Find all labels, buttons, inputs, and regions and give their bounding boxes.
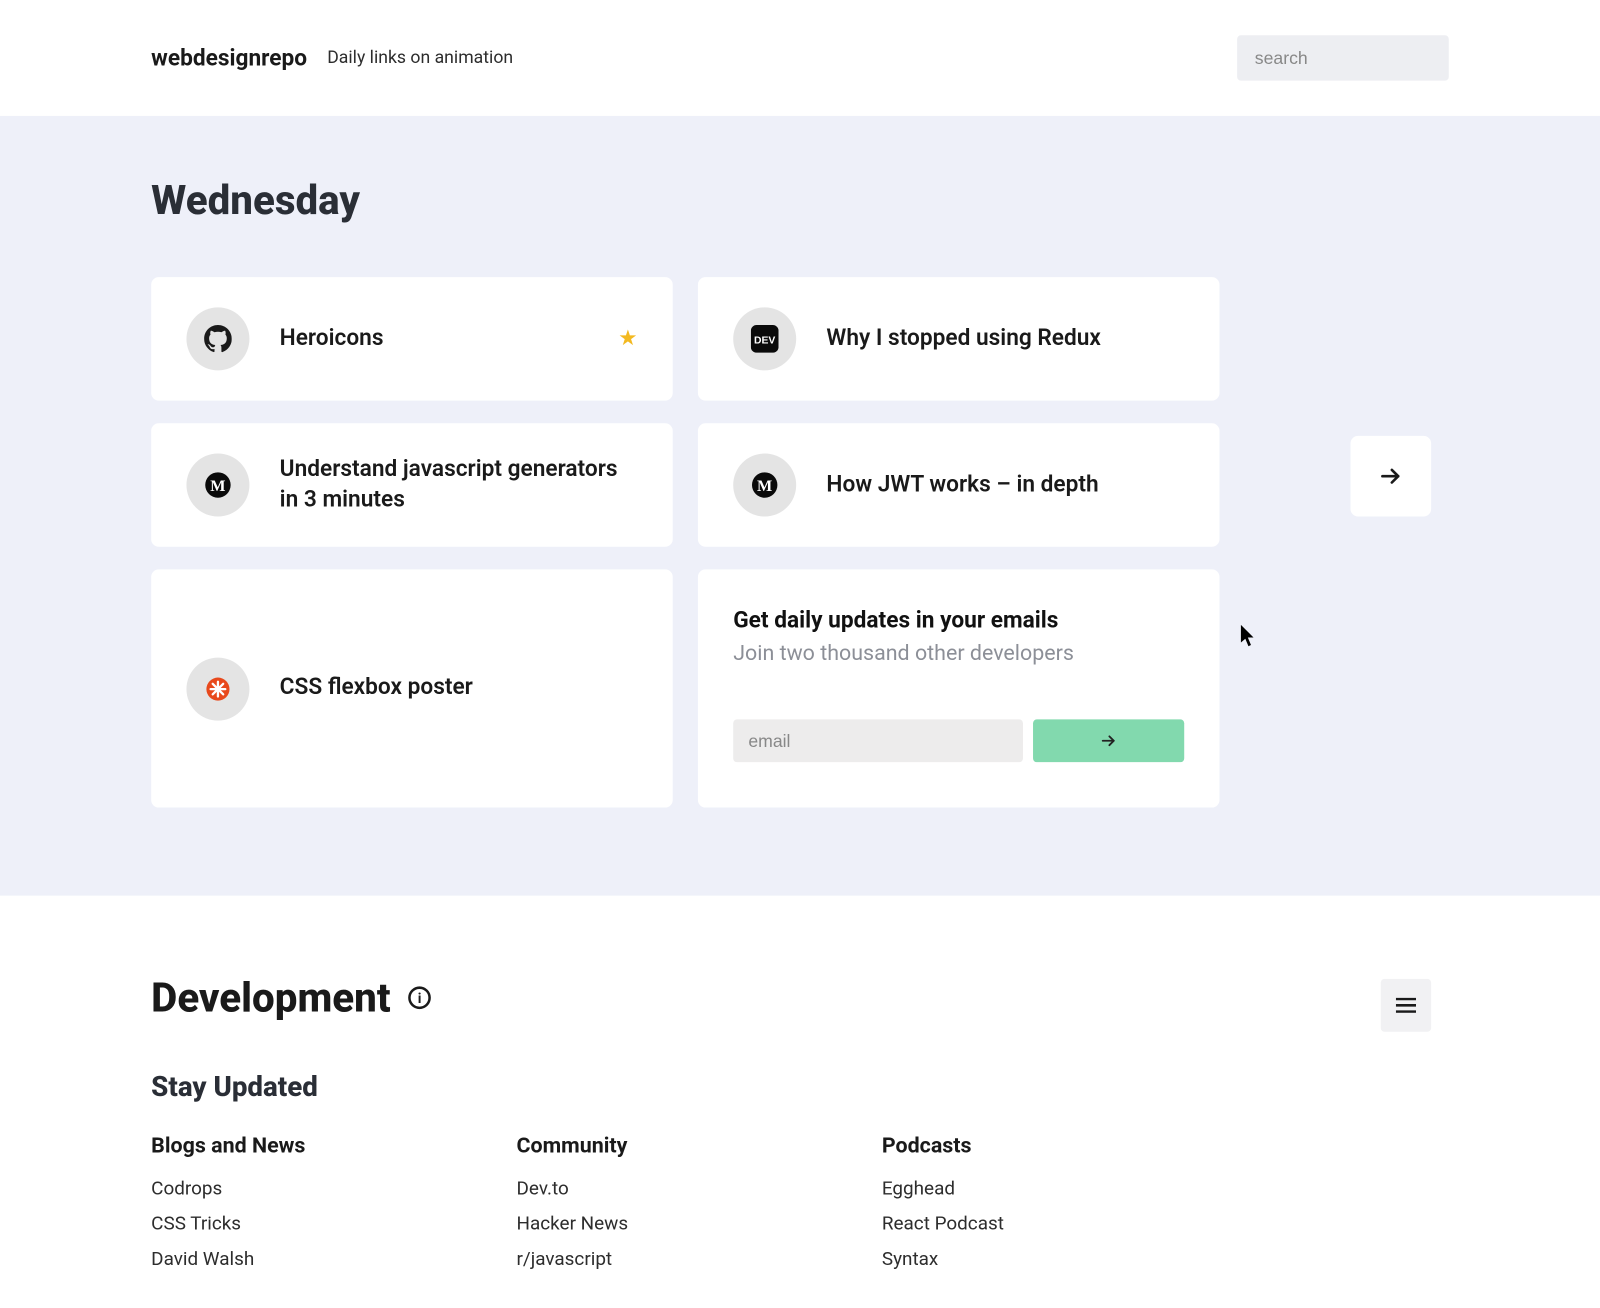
svg-text:M: M	[757, 478, 772, 495]
tagline: Daily links on animation	[327, 48, 513, 68]
section-subtitle: Stay Updated	[151, 1072, 1449, 1103]
link-item[interactable]: CSS Tricks	[151, 1212, 378, 1235]
columns: Blogs and News Codrops CSS Tricks David …	[151, 1134, 1449, 1283]
column-podcasts: Podcasts Egghead React Podcast Syntax	[882, 1134, 1109, 1283]
menu-button[interactable]	[1381, 979, 1431, 1032]
column-title: Podcasts	[882, 1134, 1109, 1159]
link-card[interactable]: M How JWT works – in depth	[698, 423, 1220, 546]
info-icon[interactable]: i	[408, 986, 431, 1009]
link-item[interactable]: Dev.to	[517, 1177, 744, 1200]
submit-button[interactable]	[1033, 719, 1184, 762]
dev-icon: DEV	[733, 307, 796, 370]
next-button[interactable]	[1351, 436, 1432, 517]
hamburger-icon	[1396, 998, 1416, 1013]
card-title: CSS flexbox poster	[280, 673, 638, 704]
card-title: How JWT works – in depth	[826, 470, 1184, 501]
link-item[interactable]: Hacker News	[517, 1212, 744, 1235]
column-community: Community Dev.to Hacker News r/javascrip…	[517, 1134, 744, 1283]
development-section: Development i Stay Updated Blogs and New…	[0, 896, 1600, 1308]
link-card[interactable]: CSS flexbox poster	[151, 569, 673, 807]
header-left: webdesignrepo Daily links on animation	[151, 45, 513, 71]
signup-form	[733, 719, 1184, 762]
star-icon: ★	[618, 326, 637, 351]
dev-header: Development i	[151, 974, 1449, 1022]
column-title: Community	[517, 1134, 744, 1159]
link-card[interactable]: Heroicons ★	[151, 277, 673, 400]
link-item[interactable]: Codrops	[151, 1177, 378, 1200]
arrow-right-icon	[1100, 732, 1118, 750]
card-title: Understand javascript generators in 3 mi…	[280, 454, 638, 515]
card-title: Why I stopped using Redux	[826, 324, 1184, 355]
medium-icon: M	[733, 454, 796, 517]
column-title: Blogs and News	[151, 1134, 378, 1159]
link-item[interactable]: David Walsh	[151, 1247, 378, 1270]
link-item[interactable]: Syntax	[882, 1247, 1109, 1270]
signup-subtitle: Join two thousand other developers	[733, 641, 1184, 666]
medium-icon: M	[186, 454, 249, 517]
search-input[interactable]	[1237, 35, 1449, 80]
link-card[interactable]: M Understand javascript generators in 3 …	[151, 423, 673, 546]
signup-title: Get daily updates in your emails	[733, 607, 1184, 633]
day-title: Wednesday	[151, 176, 1449, 224]
column-blogs: Blogs and News Codrops CSS Tricks David …	[151, 1134, 378, 1283]
link-card[interactable]: DEV Why I stopped using Redux	[698, 277, 1220, 400]
signup-card: Get daily updates in your emails Join tw…	[698, 569, 1220, 807]
cursor-icon	[1240, 625, 1258, 648]
link-item[interactable]: React Podcast	[882, 1212, 1109, 1235]
arrow-right-icon	[1378, 464, 1403, 489]
svg-text:M: M	[210, 478, 225, 495]
link-item[interactable]: r/javascript	[517, 1247, 744, 1270]
dev-title: Development	[151, 974, 390, 1022]
daily-section: Wednesday Heroicons ★ DEV Why I stopped …	[0, 116, 1600, 896]
svg-text:DEV: DEV	[754, 336, 775, 347]
codepen-icon	[186, 657, 249, 720]
link-item[interactable]: Egghead	[882, 1177, 1109, 1200]
card-title: Heroicons	[280, 324, 588, 355]
cards-grid: Heroicons ★ DEV Why I stopped using Redu…	[151, 277, 1219, 807]
github-icon	[186, 307, 249, 370]
email-input[interactable]	[733, 719, 1023, 762]
header: webdesignrepo Daily links on animation	[0, 0, 1600, 116]
logo[interactable]: webdesignrepo	[151, 45, 307, 71]
